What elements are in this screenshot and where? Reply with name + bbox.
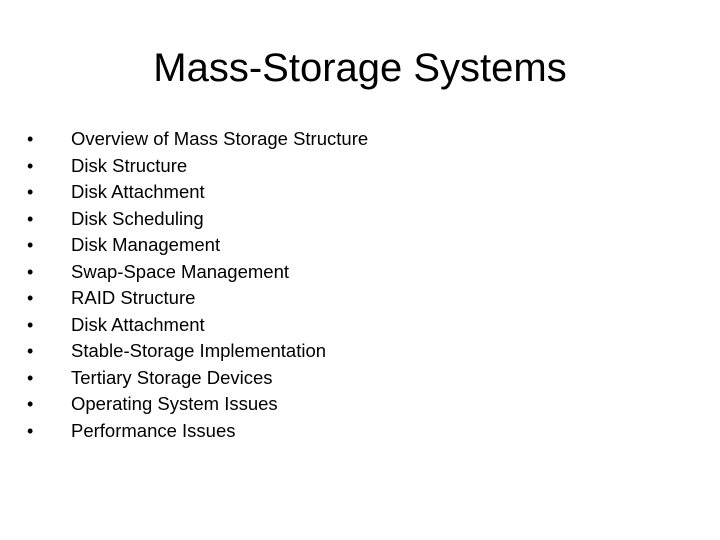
bullet-icon: • xyxy=(27,314,34,335)
bullet-icon: • xyxy=(27,155,34,176)
bullet-icon: • xyxy=(27,341,34,361)
bullet-text: Operating System Issues xyxy=(71,393,278,414)
bullet-item: • Stable-Storage Implementation xyxy=(27,338,368,365)
bullet-icon: • xyxy=(27,367,34,388)
slide-title: Mass-Storage Systems xyxy=(153,46,567,90)
bullet-item: • Disk Attachment xyxy=(27,312,368,339)
bullet-icon: • xyxy=(27,261,34,282)
bullet-text: Swap-Space Management xyxy=(71,260,290,282)
bullet-text: Overview of Mass Storage Structure xyxy=(71,128,369,149)
bullet-item: • Disk Structure xyxy=(27,153,368,180)
bullet-item: • Swap-Space Management xyxy=(27,259,368,286)
bullet-item: • Disk Attachment xyxy=(27,179,368,206)
bullet-text: RAID Structure xyxy=(71,287,196,308)
bullet-list: • Overview of Mass Storage Structure • Dis… xyxy=(27,126,368,444)
bullet-icon: • xyxy=(27,420,34,441)
bullet-text: Disk Structure xyxy=(71,154,188,176)
bullet-text: Disk Attachment xyxy=(71,181,205,202)
bullet-icon: • xyxy=(27,182,34,202)
bullet-text: Stable-Storage Implementation xyxy=(71,340,327,361)
bullet-text: Tertiary Storage Devices xyxy=(71,366,273,388)
slide: Mass-Storage Systems • Overview of Mass S… xyxy=(0,0,720,540)
bullet-item: • Operating System Issues xyxy=(27,391,368,418)
bullet-icon: • xyxy=(27,129,34,149)
bullet-icon: • xyxy=(27,394,34,414)
bullet-text: Disk Scheduling xyxy=(71,207,204,229)
bullet-text: Disk Attachment xyxy=(71,313,205,335)
bullet-item: • Performance Issues xyxy=(27,418,368,445)
bullet-item: • Disk Scheduling xyxy=(27,206,368,233)
bullet-text: Performance Issues xyxy=(71,419,236,441)
bullet-item: • Tertiary Storage Devices xyxy=(27,365,368,392)
bullet-icon: • xyxy=(27,235,34,255)
bullet-item: • Disk Management xyxy=(27,232,368,259)
bullet-icon: • xyxy=(27,288,34,308)
bullet-item: • RAID Structure xyxy=(27,285,368,312)
bullet-item: • Overview of Mass Storage Structure xyxy=(27,126,368,153)
bullet-text: Disk Management xyxy=(71,234,221,255)
bullet-icon: • xyxy=(27,208,34,229)
